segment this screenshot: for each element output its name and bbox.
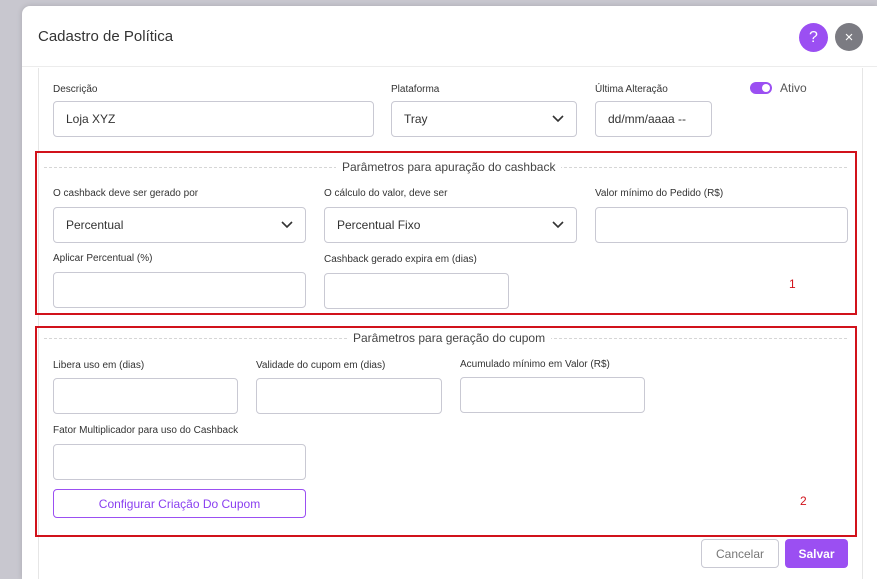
aplicar-percentual-input[interactable] bbox=[53, 272, 306, 308]
validade-label: Validade do cupom em (dias) bbox=[256, 360, 386, 371]
fator-multiplicador-input[interactable] bbox=[53, 444, 306, 480]
expira-em-label: Cashback gerado expira em (dias) bbox=[324, 254, 477, 265]
calculo-valor-label: O cálculo do valor, deve ser bbox=[324, 188, 448, 199]
section-marker-1: 1 bbox=[789, 277, 796, 291]
cupom-section-legend: Parâmetros para geração do cupom bbox=[347, 331, 552, 345]
ultima-alteracao-label: Última Alteração bbox=[595, 84, 668, 95]
ultima-alteracao-input[interactable]: dd/mm/aaaa -- bbox=[595, 101, 712, 137]
ultima-alteracao-value: dd/mm/aaaa -- bbox=[608, 112, 687, 126]
chevron-down-icon bbox=[281, 221, 293, 229]
modal-header: Cadastro de Política ? × bbox=[22, 6, 877, 67]
libera-uso-input[interactable] bbox=[53, 378, 238, 414]
valor-minimo-label: Valor mínimo do Pedido (R$) bbox=[595, 188, 724, 199]
close-icon: × bbox=[844, 28, 854, 46]
close-button[interactable]: × bbox=[835, 23, 863, 51]
libera-uso-label: Libera uso em (dias) bbox=[53, 360, 145, 371]
valor-minimo-input[interactable] bbox=[595, 207, 848, 243]
ativo-label: Ativo bbox=[780, 81, 807, 95]
gerado-por-label: O cashback deve ser gerado por bbox=[53, 188, 199, 199]
ativo-toggle[interactable] bbox=[750, 82, 772, 94]
calculo-valor-value: Percentual Fixo bbox=[337, 218, 421, 232]
calculo-valor-select[interactable]: Percentual Fixo bbox=[324, 207, 577, 243]
question-icon: ? bbox=[809, 28, 818, 46]
cashback-section-legend: Parâmetros para apuração do cashback bbox=[336, 160, 562, 174]
gerado-por-value: Percentual bbox=[66, 218, 124, 232]
policy-modal: Cadastro de Política ? × Descrição Loja … bbox=[22, 6, 877, 579]
gerado-por-select[interactable]: Percentual bbox=[53, 207, 306, 243]
help-button[interactable]: ? bbox=[799, 23, 828, 52]
cancel-button[interactable]: Cancelar bbox=[701, 539, 779, 568]
acumulado-minimo-input[interactable] bbox=[460, 377, 645, 413]
plataforma-select[interactable]: Tray bbox=[391, 101, 577, 137]
expira-em-input[interactable] bbox=[324, 273, 509, 309]
descricao-input[interactable]: Loja XYZ bbox=[53, 101, 374, 137]
configurar-cupom-button[interactable]: Configurar Criação Do Cupom bbox=[53, 489, 306, 518]
fator-multiplicador-label: Fator Multiplicador para uso do Cashback bbox=[53, 425, 239, 436]
acumulado-minimo-label: Acumulado mínimo em Valor (R$) bbox=[460, 359, 610, 370]
aplicar-percentual-label: Aplicar Percentual (%) bbox=[53, 253, 153, 264]
plataforma-value: Tray bbox=[404, 112, 428, 126]
chevron-down-icon bbox=[552, 221, 564, 229]
descricao-label: Descrição bbox=[53, 84, 98, 95]
descricao-value: Loja XYZ bbox=[66, 112, 116, 126]
plataforma-label: Plataforma bbox=[391, 84, 440, 95]
chevron-down-icon bbox=[552, 115, 564, 123]
validade-input[interactable] bbox=[256, 378, 442, 414]
modal-title: Cadastro de Política bbox=[38, 28, 174, 45]
section-marker-2: 2 bbox=[800, 494, 807, 508]
save-button[interactable]: Salvar bbox=[785, 539, 848, 568]
